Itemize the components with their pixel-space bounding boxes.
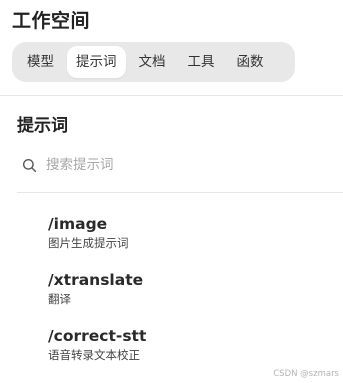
prompt-description: 语音转录文本校正 [48, 348, 140, 362]
watermark: CSDN @szmars [273, 369, 339, 379]
prompt-description: 图片生成提示词 [48, 236, 129, 250]
prompt-command: /image [48, 215, 108, 233]
section-title: 提示词 [17, 116, 68, 136]
search-input[interactable] [46, 150, 306, 180]
prompt-description: 翻译 [48, 292, 71, 306]
tab-functions[interactable]: 函数 [228, 46, 273, 78]
tab-documents[interactable]: 文档 [130, 46, 175, 78]
tab-models[interactable]: 模型 [18, 46, 63, 78]
search-icon [20, 156, 38, 174]
tab-prompts[interactable]: 提示词 [67, 46, 126, 78]
search-divider [17, 192, 343, 193]
prompt-command: /correct-stt [48, 327, 147, 345]
prompt-command: /xtranslate [48, 271, 144, 289]
workspace-tab-bar: 模型 提示词 文档 工具 函数 [12, 42, 295, 82]
prompt-list: /image 图片生成提示词 /xtranslate 翻译 /correct-s… [48, 213, 328, 381]
header-divider [0, 95, 343, 96]
tab-tools[interactable]: 工具 [179, 46, 224, 78]
workspace-title: 工作空间 [12, 10, 91, 32]
prompt-item-xtranslate[interactable]: /xtranslate 翻译 [48, 269, 328, 325]
prompt-item-image[interactable]: /image 图片生成提示词 [48, 213, 328, 269]
search-bar [17, 145, 343, 185]
